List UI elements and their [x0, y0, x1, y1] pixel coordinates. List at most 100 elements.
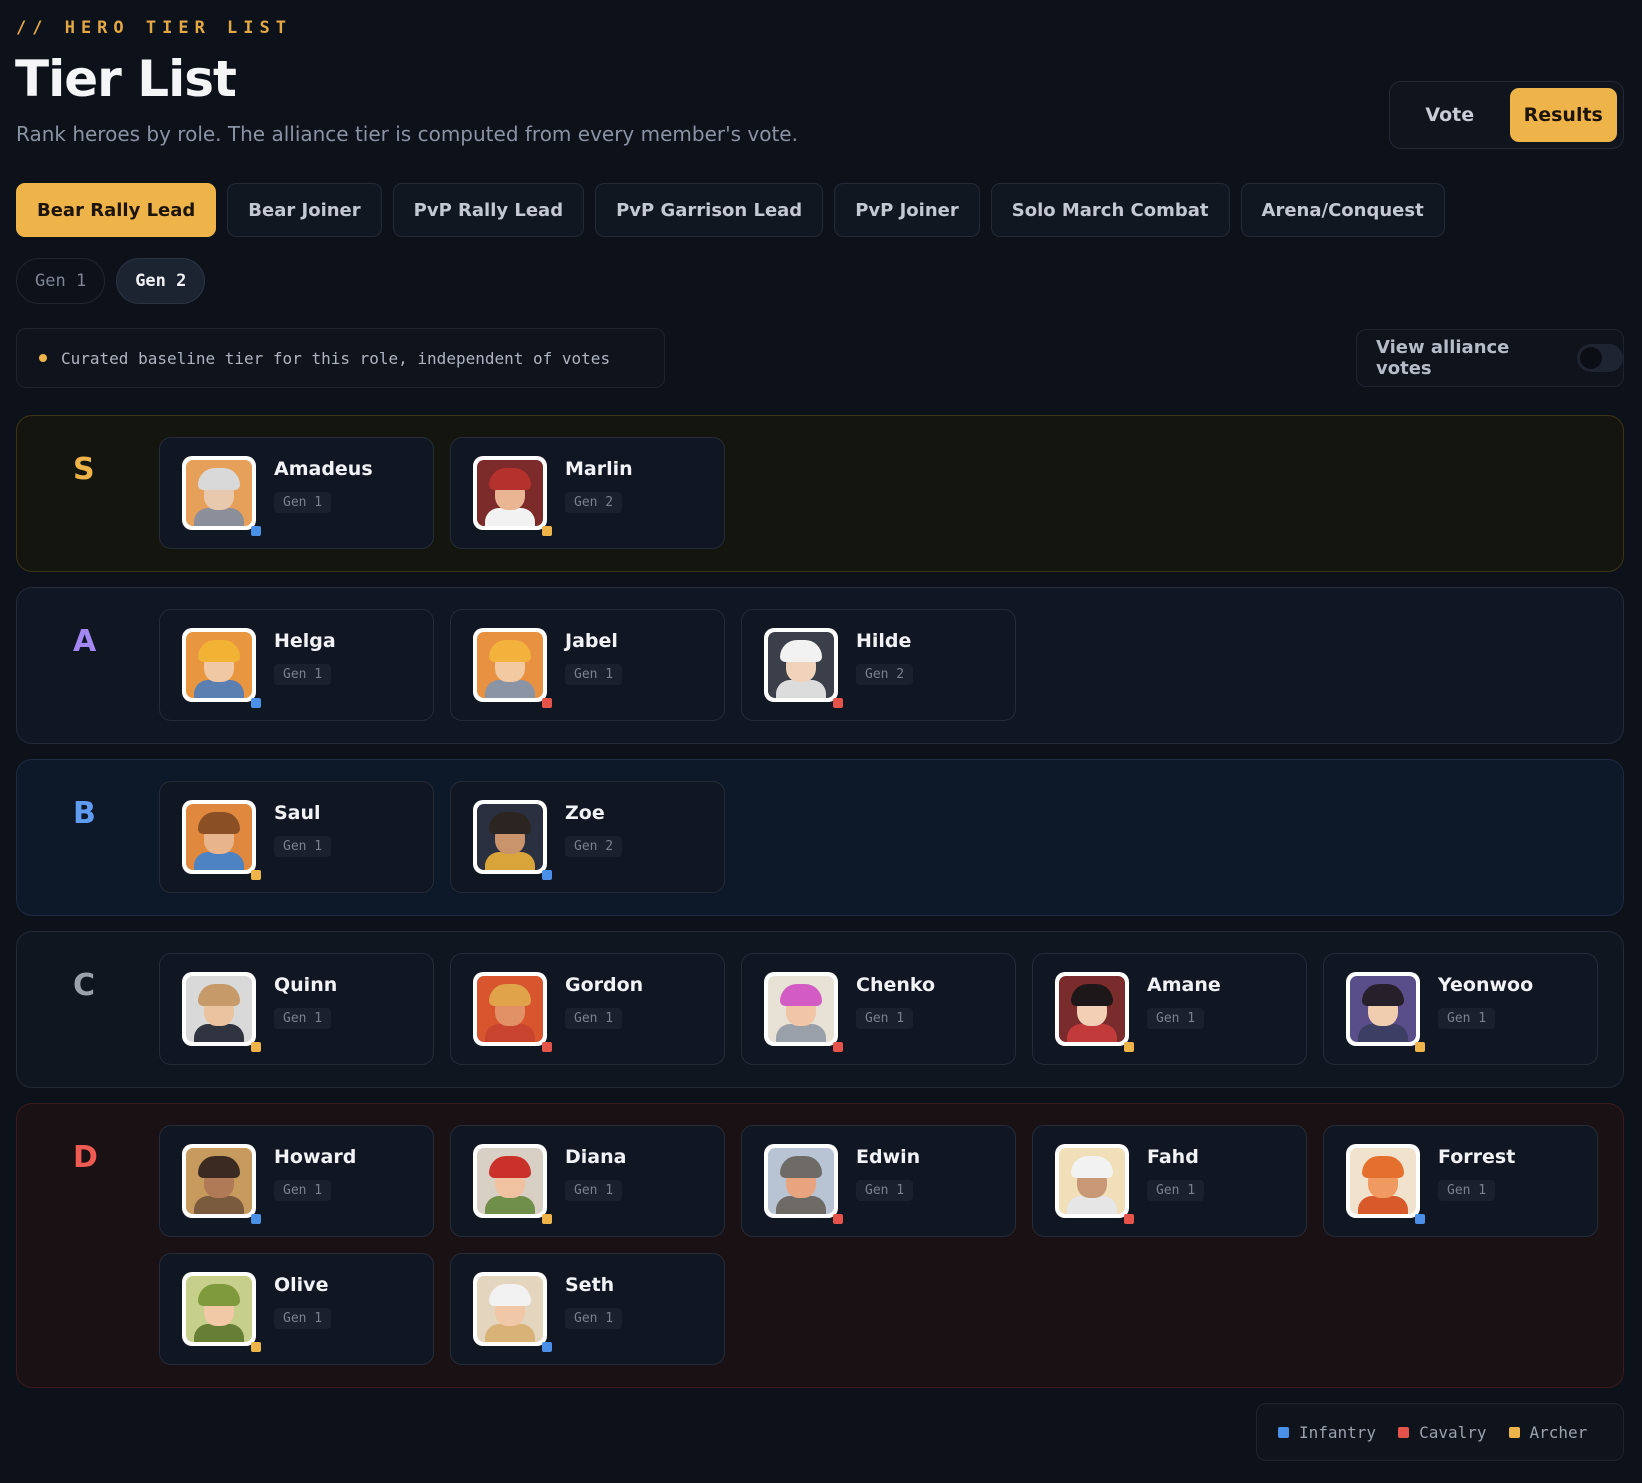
hero-card[interactable]: Quinn Gen 1: [159, 953, 434, 1065]
tab-bear-joiner[interactable]: Bear Joiner: [227, 183, 382, 237]
portrait-hair: [780, 1156, 822, 1178]
hero-card[interactable]: Howard Gen 1: [159, 1125, 434, 1237]
hero-gen-badge: Gen 1: [1147, 1008, 1205, 1029]
hero-gen-badge: Gen 2: [856, 664, 914, 685]
mode-switch: Vote Results: [1389, 81, 1624, 149]
portrait-hair: [489, 1156, 531, 1178]
tab-pvp-joiner[interactable]: PvP Joiner: [834, 183, 980, 237]
tab-pvp-garrison-lead[interactable]: PvP Garrison Lead: [595, 183, 824, 237]
portrait-body: [485, 680, 535, 698]
hero-card[interactable]: Amane Gen 1: [1032, 953, 1307, 1065]
hero-portrait-image: [186, 1148, 252, 1214]
portrait-body: [776, 1196, 826, 1214]
tier-letter: D: [73, 1140, 98, 1175]
hero-portrait-image: [186, 632, 252, 698]
hero-portrait: [473, 800, 547, 874]
class-indicator-icon: [1124, 1042, 1134, 1052]
portrait-body: [194, 852, 244, 870]
hero-portrait-image: [186, 804, 252, 870]
tab-gen-1[interactable]: Gen 1: [16, 258, 106, 304]
hero-portrait: [764, 972, 838, 1046]
portrait-hair: [489, 1284, 531, 1306]
portrait-body: [485, 1196, 535, 1214]
tab-bear-rally-lead[interactable]: Bear Rally Lead: [16, 183, 217, 237]
class-indicator-icon: [542, 1214, 552, 1224]
tab-arena-conquest[interactable]: Arena/Conquest: [1240, 183, 1445, 237]
hero-gen-badge: Gen 2: [565, 836, 623, 857]
hero-portrait: [1055, 972, 1129, 1046]
tab-gen-2[interactable]: Gen 2: [116, 258, 206, 304]
hero-card[interactable]: Saul Gen 1: [159, 781, 434, 893]
class-indicator-icon: [251, 698, 261, 708]
hero-name: Edwin: [856, 1146, 921, 1168]
hero-gen-badge: Gen 1: [274, 1008, 332, 1029]
legend-item: Cavalry: [1398, 1423, 1487, 1442]
hero-card[interactable]: Seth Gen 1: [450, 1253, 725, 1365]
hero-portrait-image: [1350, 1148, 1416, 1214]
hero-portrait-image: [768, 1148, 834, 1214]
tier-letter: S: [73, 452, 95, 487]
hero-card[interactable]: Marlin Gen 2: [450, 437, 725, 549]
baseline-note: Curated baseline tier for this role, ind…: [16, 328, 665, 388]
class-indicator-icon: [833, 1042, 843, 1052]
results-button[interactable]: Results: [1509, 88, 1617, 142]
hero-card[interactable]: Chenko Gen 1: [741, 953, 1016, 1065]
hero-name: Amane: [1147, 974, 1221, 996]
hero-gen-badge: Gen 1: [274, 664, 332, 685]
hero-name: Olive: [274, 1274, 329, 1296]
hero-card[interactable]: Yeonwoo Gen 1: [1323, 953, 1598, 1065]
vote-button[interactable]: Vote: [1396, 88, 1504, 142]
portrait-body: [776, 680, 826, 698]
page-title: Tier List: [15, 50, 237, 108]
hero-name: Amadeus: [274, 458, 373, 480]
class-indicator-icon: [542, 698, 552, 708]
tab-pvp-rally-lead[interactable]: PvP Rally Lead: [392, 183, 585, 237]
hero-card[interactable]: Gordon Gen 1: [450, 953, 725, 1065]
hero-portrait: [764, 1144, 838, 1218]
hero-name: Diana: [565, 1146, 627, 1168]
tier-heroes: Helga Gen 1 Jabel Gen 1 Hilde Gen 2: [159, 609, 1609, 721]
hero-portrait: [1346, 972, 1420, 1046]
hero-card[interactable]: Amadeus Gen 1: [159, 437, 434, 549]
tier-heroes: Saul Gen 1 Zoe Gen 2: [159, 781, 1609, 893]
toggle-switch[interactable]: [1577, 344, 1623, 372]
hero-name: Saul: [274, 802, 321, 824]
hero-gen-badge: Gen 1: [565, 1180, 623, 1201]
hero-card[interactable]: Hilde Gen 2: [741, 609, 1016, 721]
portrait-body: [194, 1024, 244, 1042]
legend-item: Infantry: [1278, 1423, 1376, 1442]
portrait-hair: [1071, 984, 1113, 1006]
hero-portrait-image: [477, 1148, 543, 1214]
cavalry-swatch-icon: [1398, 1426, 1410, 1438]
portrait-body: [194, 1196, 244, 1214]
portrait-hair: [198, 640, 240, 662]
hero-portrait-image: [477, 460, 543, 526]
tab-solo-march-combat[interactable]: Solo March Combat: [990, 183, 1230, 237]
portrait-hair: [1362, 984, 1404, 1006]
alliance-votes-toggle[interactable]: View alliance votes: [1356, 329, 1624, 387]
hero-card[interactable]: Fahd Gen 1: [1032, 1125, 1307, 1237]
hero-card[interactable]: Diana Gen 1: [450, 1125, 725, 1237]
hero-card[interactable]: Edwin Gen 1: [741, 1125, 1016, 1237]
hero-name: Jabel: [565, 630, 618, 652]
generation-tabs: Gen 1 Gen 2: [16, 258, 206, 304]
hero-card[interactable]: Forrest Gen 1: [1323, 1125, 1598, 1237]
portrait-body: [485, 1024, 535, 1042]
tier-heroes: Amadeus Gen 1 Marlin Gen 2: [159, 437, 1609, 549]
class-indicator-icon: [833, 698, 843, 708]
hero-portrait: [473, 1144, 547, 1218]
hero-card[interactable]: Jabel Gen 1: [450, 609, 725, 721]
hero-name: Hilde: [856, 630, 912, 652]
hero-portrait-image: [186, 460, 252, 526]
portrait-body: [776, 1024, 826, 1042]
tier-row-d: D Howard Gen 1 Diana Gen 1 Edwin Gen 1 Fahd Gen…: [16, 1103, 1624, 1388]
hero-card[interactable]: Zoe Gen 2: [450, 781, 725, 893]
hero-card[interactable]: Olive Gen 1: [159, 1253, 434, 1365]
class-indicator-icon: [251, 526, 261, 536]
hero-card[interactable]: Helga Gen 1: [159, 609, 434, 721]
hero-gen-badge: Gen 1: [274, 836, 332, 857]
hero-portrait: [182, 456, 256, 530]
hero-portrait-image: [186, 1276, 252, 1342]
hero-name: Fahd: [1147, 1146, 1199, 1168]
hero-name: Marlin: [565, 458, 633, 480]
